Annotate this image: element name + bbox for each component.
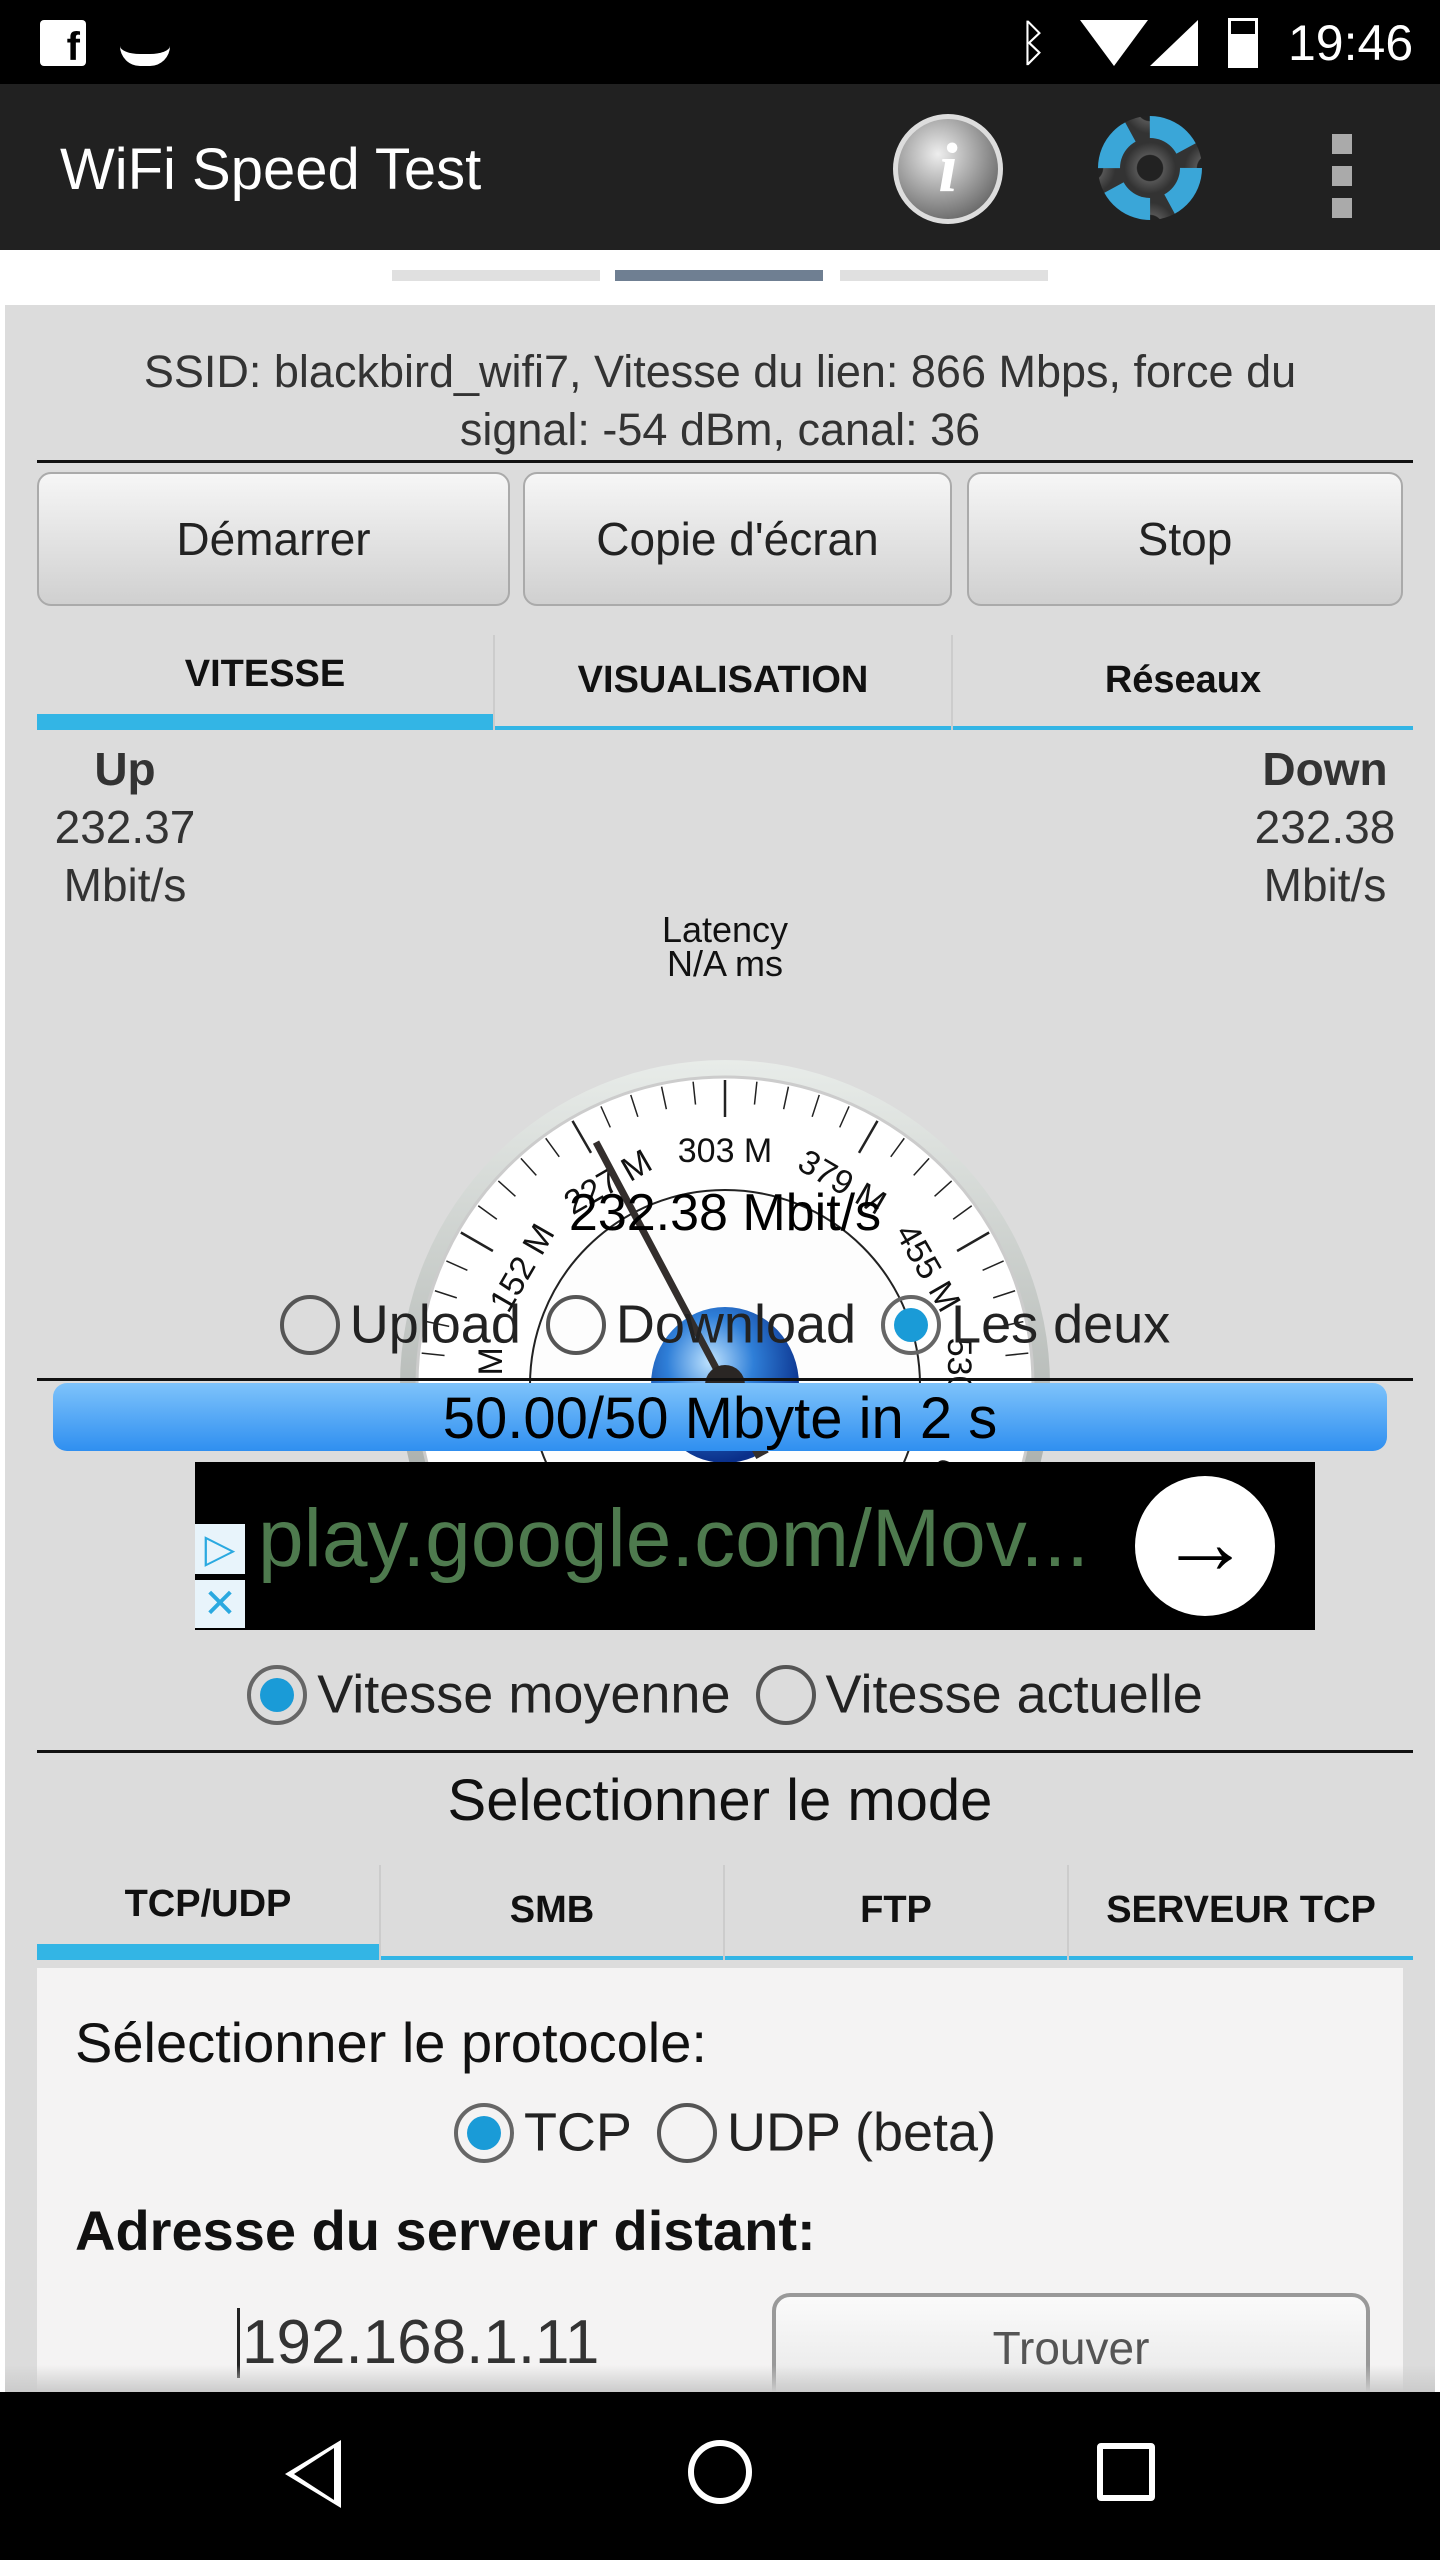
wifi-icon — [1080, 20, 1148, 66]
radio-both-label[interactable]: Les deux — [951, 1295, 1170, 1355]
page-indicator-2 — [615, 270, 823, 281]
page-indicator-3 — [840, 270, 1048, 281]
back-icon-inner — [294, 2448, 334, 2500]
radio-average-label[interactable]: Vitesse moyenne — [317, 1665, 730, 1725]
server-title: Adresse du serveur distant: — [75, 2199, 816, 2262]
mode-title: Selectionner le mode — [447, 1768, 993, 1833]
latency-label: Latency — [661, 909, 789, 950]
ad-banner[interactable]: ▷ ✕ play.google.com/Mov... → — [195, 1462, 1315, 1630]
gauge-tick-label: 303 M — [678, 1132, 773, 1170]
protocol-title: Sélectionner le protocole: — [75, 2011, 707, 2074]
arrow-right-icon[interactable]: → — [1135, 1476, 1275, 1616]
up-label: Up — [94, 743, 156, 795]
battery-icon — [1228, 18, 1258, 68]
direction-radio-group: Upload Download Les deux — [5, 1290, 1435, 1356]
up-unit: Mbit/s — [63, 859, 187, 911]
download-speed: Down 232.38 Mbit/s — [1220, 740, 1430, 914]
ad-text[interactable]: play.google.com/Mov... — [258, 1492, 1089, 1586]
divider — [37, 1378, 1413, 1381]
tab-ftp[interactable]: FTP — [725, 1865, 1067, 1960]
bluetooth-icon: ᛒ — [1018, 15, 1048, 71]
radio-current-speed[interactable] — [755, 1664, 816, 1725]
info-icon[interactable]: i — [893, 114, 1003, 224]
down-value: 232.38 — [1254, 801, 1396, 853]
speed-mode-radio-group: Vitesse moyenne Vitesse actuelle — [5, 1660, 1435, 1726]
network-info-line1: SSID: blackbird_wifi7, Vitesse du lien: … — [143, 346, 1297, 397]
upload-speed: Up 232.37 Mbit/s — [25, 740, 225, 914]
latency: Latency N/A ms — [400, 909, 1050, 984]
tcp-udp-panel: Sélectionner le protocole: TCP UDP (beta… — [37, 1968, 1403, 2392]
overflow-menu-icon[interactable] — [1332, 134, 1352, 218]
app-title: WiFi Speed Test — [60, 137, 482, 202]
main-tabs: VITESSE VISUALISATION Réseaux — [37, 635, 1413, 730]
down-label: Down — [1262, 743, 1388, 795]
ad-close-icon[interactable]: ✕ — [195, 1580, 245, 1628]
radio-upload-label[interactable]: Upload — [350, 1295, 521, 1355]
status-bar: f ᛒ 19:46 — [0, 0, 1440, 84]
tab-serveur-tcp[interactable]: SERVEUR TCP — [1069, 1865, 1413, 1960]
clock: 19:46 — [1288, 15, 1414, 71]
screenshot-button[interactable]: Copie d'écran — [523, 472, 952, 606]
ad-choices-icon[interactable]: ▷ — [195, 1524, 245, 1574]
gauge-readout: 232.38 Mbit/s — [568, 1184, 882, 1242]
progress-text: 50.00/50 Mbyte in 2 s — [442, 1386, 998, 1451]
down-unit: Mbit/s — [1263, 859, 1387, 911]
recents-icon[interactable] — [1097, 2443, 1155, 2501]
stop-button[interactable]: Stop — [967, 472, 1403, 606]
radio-both[interactable] — [881, 1294, 942, 1355]
tab-vitesse[interactable]: VITESSE — [37, 635, 493, 730]
main-panel: SSID: blackbird_wifi7, Vitesse du lien: … — [5, 305, 1435, 2392]
radio-download[interactable] — [545, 1294, 606, 1355]
progress-bar: 50.00/50 Mbyte in 2 s — [53, 1383, 1387, 1451]
radio-udp[interactable] — [656, 2102, 717, 2163]
page-indicator-1 — [392, 270, 600, 281]
radio-tcp[interactable] — [453, 2102, 514, 2163]
scroll-fade — [5, 2365, 1435, 2392]
network-info: SSID: blackbird_wifi7, Vitesse du lien: … — [5, 343, 1435, 459]
facebook-icon: f — [40, 20, 86, 69]
divider — [37, 460, 1413, 463]
radio-udp-label[interactable]: UDP (beta) — [727, 2103, 996, 2163]
radio-average-speed[interactable] — [247, 1664, 308, 1725]
latency-value: N/A ms — [666, 943, 783, 984]
tab-reseaux[interactable]: Réseaux — [953, 635, 1413, 730]
mode-tabs: TCP/UDP SMB FTP SERVEUR TCP — [37, 1865, 1413, 1960]
tab-smb[interactable]: SMB — [381, 1865, 723, 1960]
start-button[interactable]: Démarrer — [37, 472, 510, 606]
navigation-bar — [0, 2392, 1440, 2560]
protocol-radio-group: TCP UDP (beta) — [37, 2098, 1403, 2164]
radio-tcp-label[interactable]: TCP — [524, 2103, 632, 2163]
app-bar: WiFi Speed Test i — [0, 84, 1440, 250]
up-value: 232.37 — [54, 801, 196, 853]
signal-icon — [1150, 20, 1198, 66]
tab-visualisation[interactable]: VISUALISATION — [495, 635, 951, 730]
tab-tcp-udp[interactable]: TCP/UDP — [37, 1865, 379, 1960]
radio-current-label[interactable]: Vitesse actuelle — [826, 1665, 1203, 1725]
notification-icon — [120, 20, 170, 66]
radio-upload[interactable] — [279, 1294, 340, 1355]
home-icon[interactable] — [688, 2440, 752, 2504]
radio-download-label[interactable]: Download — [616, 1295, 856, 1355]
network-info-line2: signal: -54 dBm, canal: 36 — [459, 404, 981, 455]
settings-gear-icon[interactable] — [1098, 116, 1202, 220]
divider — [37, 1750, 1413, 1753]
